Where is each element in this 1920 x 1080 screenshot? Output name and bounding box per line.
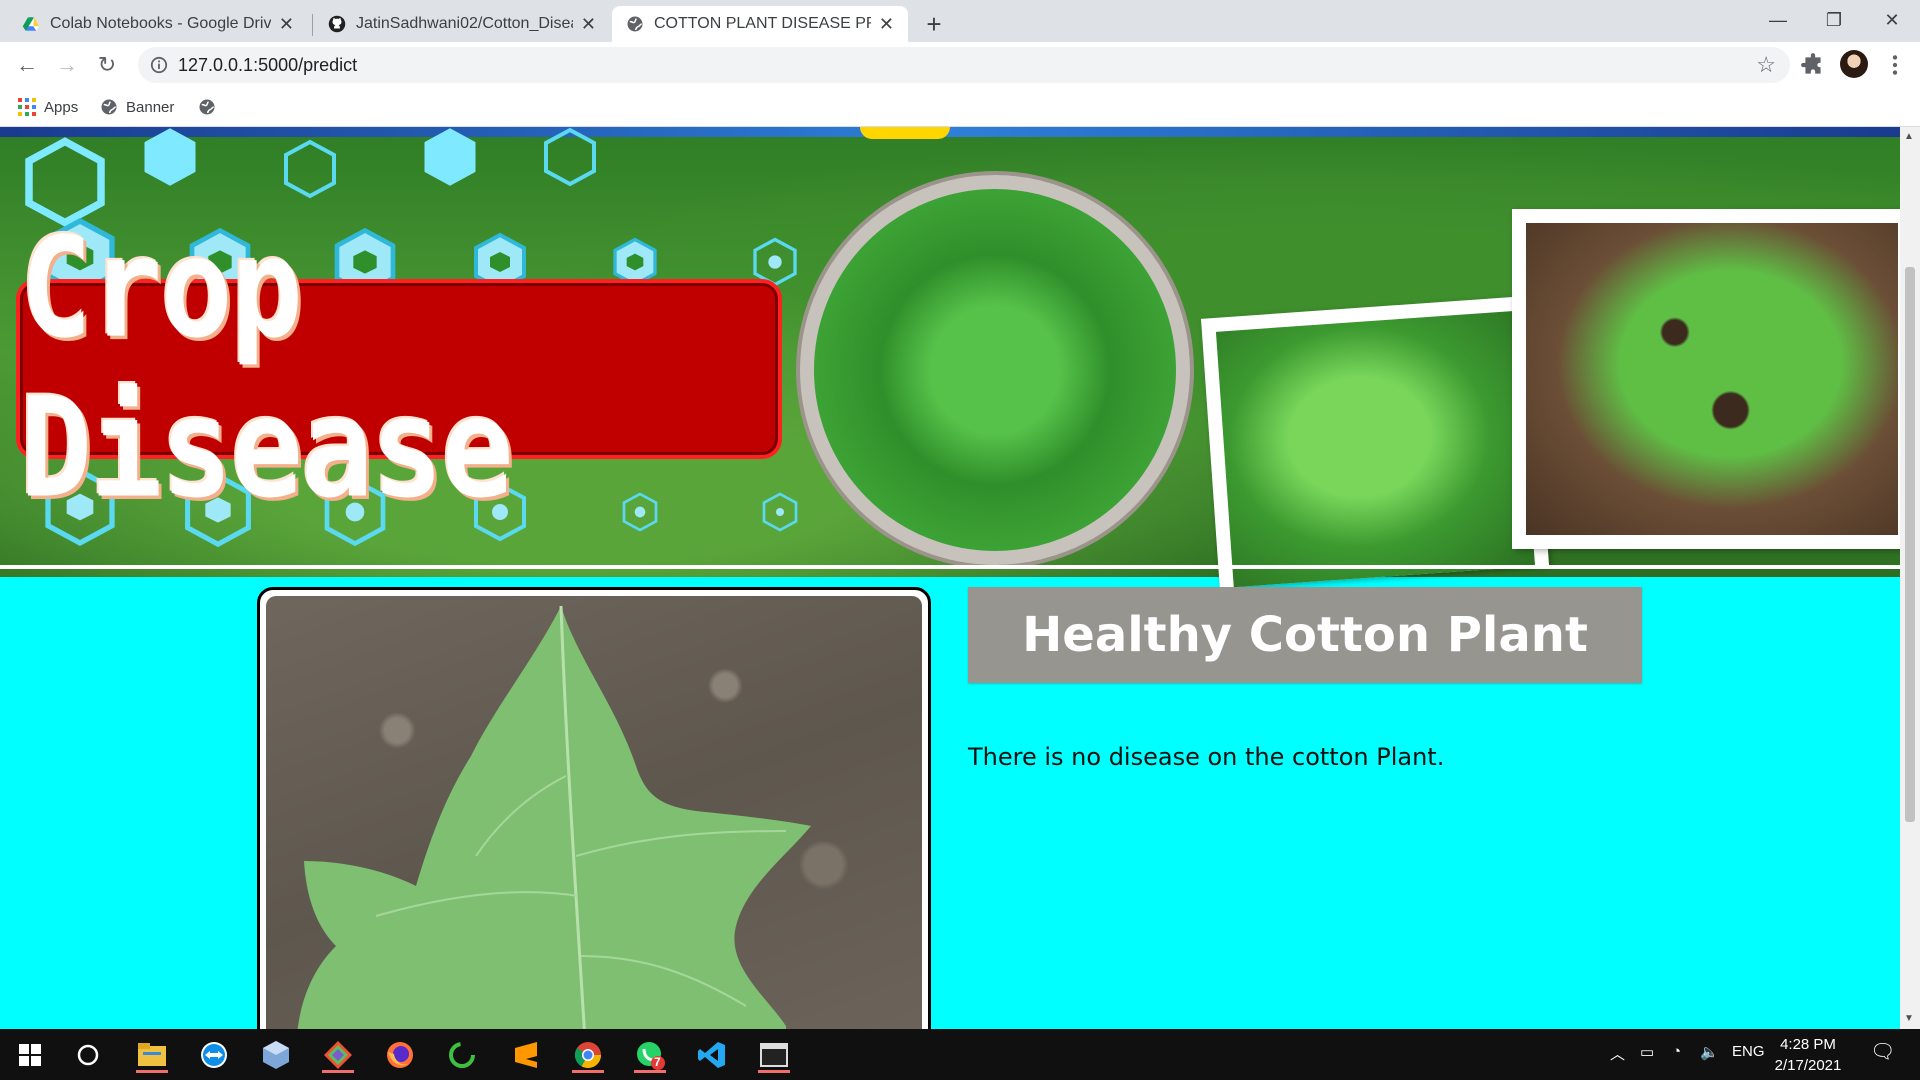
restore-window-icon[interactable]: ❐ [1806,0,1862,40]
clock-time: 4:28 PM [1780,1036,1836,1053]
uploaded-image-frame [257,587,931,1029]
scroll-down-icon[interactable]: ▼ [1904,1013,1914,1024]
scroll-up-icon[interactable]: ▲ [1904,131,1914,142]
profile-avatar[interactable] [1840,50,1868,78]
windows-taskbar: 7 ︿ ▭ ◔ 🔈 ENG 4:28 PM 2/17/2021 🗨 [0,1029,1920,1080]
wifi-icon[interactable]: ◔ [1672,1043,1681,1060]
leaf-photo [1215,310,1536,588]
url-text[interactable]: 127.0.0.1:5000/predict [178,55,357,76]
address-bar[interactable]: 127.0.0.1:5000/predict ☆ [138,47,1790,83]
cotton-leaf-illustration [297,605,811,1029]
tab-github[interactable]: JatinSadhwani02/Cotton_Disease ✕ [314,6,610,42]
language-indicator[interactable]: ENG [1732,1043,1765,1060]
bookmark-unnamed[interactable] [198,94,224,120]
bookmark-star-icon[interactable]: ☆ [1756,52,1776,78]
info-icon[interactable] [150,56,168,74]
close-window-icon[interactable]: ✕ [1864,0,1920,40]
tab-close-icon[interactable]: ✕ [581,14,596,35]
back-arrow-icon[interactable]: ← [12,50,42,80]
minimize-window-icon[interactable]: — [1750,0,1806,40]
active-indicator [758,1070,790,1073]
forward-arrow-icon[interactable]: → [52,50,82,80]
notifications-icon[interactable]: 🗨 [1870,1039,1895,1064]
github-icon [328,15,346,33]
hexagon-icon [144,128,196,186]
prediction-title: Healthy Cotton Plant [1022,607,1588,663]
tab-colab-drive[interactable]: Colab Notebooks - Google Drive ✕ [8,6,308,42]
sublime-text-icon[interactable] [506,1037,546,1073]
virtualbox-icon[interactable] [256,1037,296,1073]
hexagon-icon [544,127,596,187]
teamviewer-icon[interactable] [194,1037,234,1073]
diseased-leaf-photo-frame [1512,209,1900,549]
bookmark-apps[interactable]: Apps [18,94,78,120]
chrome-icon[interactable] [568,1037,608,1073]
battery-icon[interactable]: ▭ [1640,1043,1654,1061]
apps-grid-icon [18,98,36,116]
clock-date: 2/17/2021 [1774,1057,1842,1074]
menu-kebab-icon[interactable] [1882,52,1908,78]
diseased-leaf-photo [1526,223,1898,535]
prediction-description: There is no disease on the cotton Plant. [968,743,1445,771]
banner-top-stripe [0,127,1900,137]
logo-text: Crop Disease [20,209,514,529]
page-viewport: Crop Disease Healthy Cotton Plant There … [0,127,1900,1029]
tab-title: Colab Notebooks - Google Drive [50,15,271,32]
refresh-app-icon[interactable] [442,1037,482,1073]
firefox-icon[interactable] [380,1037,420,1073]
active-indicator [136,1070,168,1073]
vscode-icon[interactable] [692,1037,732,1073]
bookmarks-bar: Apps Banner [0,88,1920,127]
banner-bottom-frames [0,557,1900,577]
google-drive-icon [22,17,40,31]
active-indicator [322,1070,354,1073]
git-icon[interactable] [318,1037,358,1073]
prediction-result-box: Healthy Cotton Plant [968,587,1642,683]
file-explorer-icon[interactable] [132,1037,172,1073]
banner-image: Crop Disease [0,127,1900,589]
tray-chevron-icon[interactable]: ︿ [1610,1043,1625,1064]
bookmark-banner[interactable]: Banner [100,94,174,120]
tab-title: JatinSadhwani02/Cotton_Disease [356,15,573,32]
globe-icon [627,16,643,32]
magnifier-lens-image [800,175,1190,565]
active-indicator [572,1070,604,1073]
uploaded-leaf-image [266,596,922,1029]
tab-separator [312,14,313,36]
browser-toolbar: ← → ↻ 127.0.0.1:5000/predict ☆ [0,42,1920,88]
hexagon-icon [424,128,476,186]
tab-cotton-disease[interactable]: COTTON PLANT DISEASE PREDIC ✕ [612,6,908,42]
windows-start-icon[interactable] [10,1037,50,1073]
whatsapp-badge: 7 [654,1055,661,1069]
new-tab-button[interactable]: + [918,8,950,40]
globe-icon [101,99,117,115]
volume-icon[interactable]: 🔈 [1700,1043,1719,1061]
scrollbar-thumb[interactable] [1905,267,1915,822]
terminal-icon[interactable] [754,1037,794,1073]
banner-sun-shape [860,127,950,139]
browser-tab-strip: Colab Notebooks - Google Drive ✕ JatinSa… [0,0,1920,42]
cortana-icon[interactable] [68,1037,108,1073]
leaf-photo-frame [1200,295,1550,589]
bookmark-label: Banner [126,98,175,116]
vertical-scrollbar[interactable]: ▲ ▼ [1900,127,1920,1029]
hexagon-icon [284,139,336,199]
bookmark-label: Apps [44,98,79,116]
active-indicator [634,1070,666,1073]
reload-icon[interactable]: ↻ [92,50,122,80]
whatsapp-icon[interactable]: 7 [630,1037,670,1073]
extensions-puzzle-icon[interactable] [1800,52,1826,78]
system-clock[interactable]: 4:28 PM 2/17/2021 [1768,1034,1848,1076]
tab-title: COTTON PLANT DISEASE PREDIC [654,15,871,32]
crop-disease-logo: Crop Disease [16,209,782,529]
tab-close-icon[interactable]: ✕ [879,14,894,35]
globe-icon [199,99,215,115]
tab-close-icon[interactable]: ✕ [279,14,294,35]
